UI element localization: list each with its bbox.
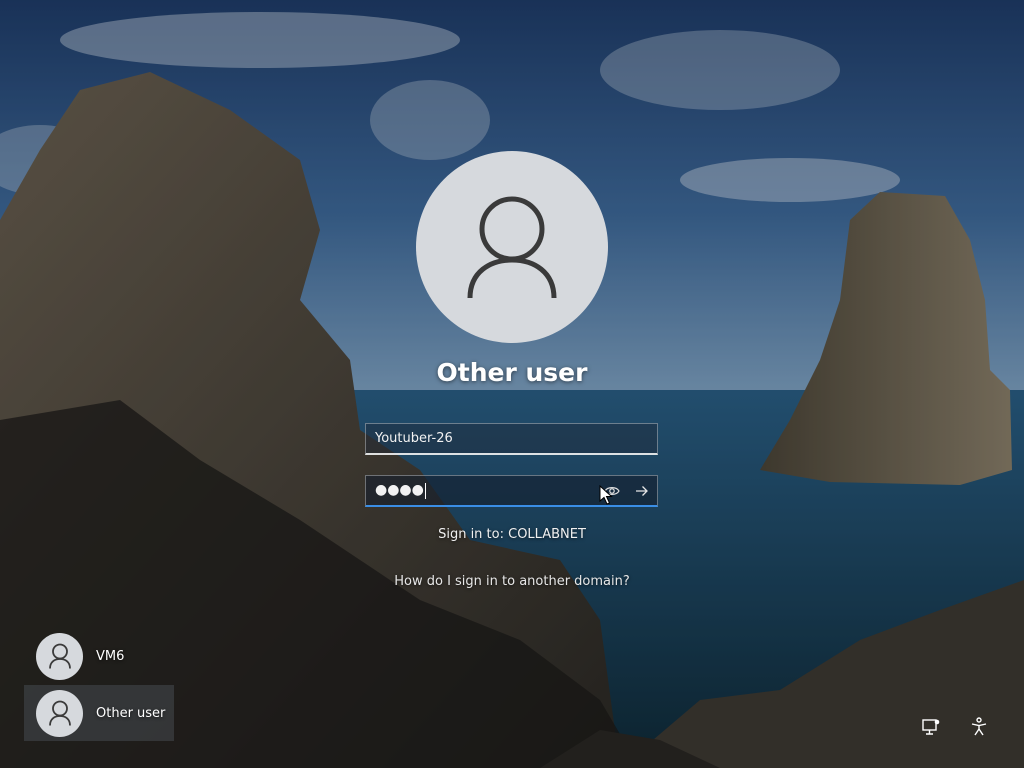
accessibility-icon bbox=[971, 717, 987, 736]
user-tile-other-user[interactable]: Other user bbox=[24, 685, 174, 741]
sign-in-domain-text: Sign in to: COLLABNET bbox=[438, 527, 586, 542]
user-avatar-small bbox=[36, 689, 83, 737]
user-tile-label: Other user bbox=[96, 705, 166, 721]
user-avatar-large bbox=[416, 151, 608, 343]
user-icon bbox=[48, 643, 71, 669]
password-input[interactable]: ●●●● bbox=[366, 482, 597, 499]
arrow-right-icon bbox=[636, 485, 648, 496]
other-domain-help-link[interactable]: How do I sign in to another domain? bbox=[312, 574, 712, 589]
text-caret bbox=[424, 482, 426, 499]
network-button[interactable] bbox=[918, 714, 944, 740]
network-icon bbox=[922, 719, 940, 735]
username-input-value[interactable]: Youtuber-26 bbox=[366, 431, 657, 446]
submit-sign-in-button[interactable] bbox=[627, 477, 657, 505]
mouse-cursor-icon bbox=[599, 485, 613, 505]
user-avatar-small bbox=[36, 632, 83, 680]
password-mask: ●●●● bbox=[375, 482, 424, 499]
account-display-name: Other user bbox=[436, 358, 588, 387]
password-field[interactable]: ●●●● bbox=[365, 475, 658, 507]
user-tile-vm6[interactable]: VM6 bbox=[24, 628, 174, 684]
lock-screen: Other user Youtuber-26 ●●●● Sign in to: … bbox=[0, 0, 1024, 768]
user-tile-label: VM6 bbox=[96, 648, 125, 664]
username-field[interactable]: Youtuber-26 bbox=[365, 423, 658, 455]
accessibility-button[interactable] bbox=[966, 714, 992, 740]
user-icon bbox=[467, 196, 557, 299]
user-icon bbox=[48, 700, 71, 726]
